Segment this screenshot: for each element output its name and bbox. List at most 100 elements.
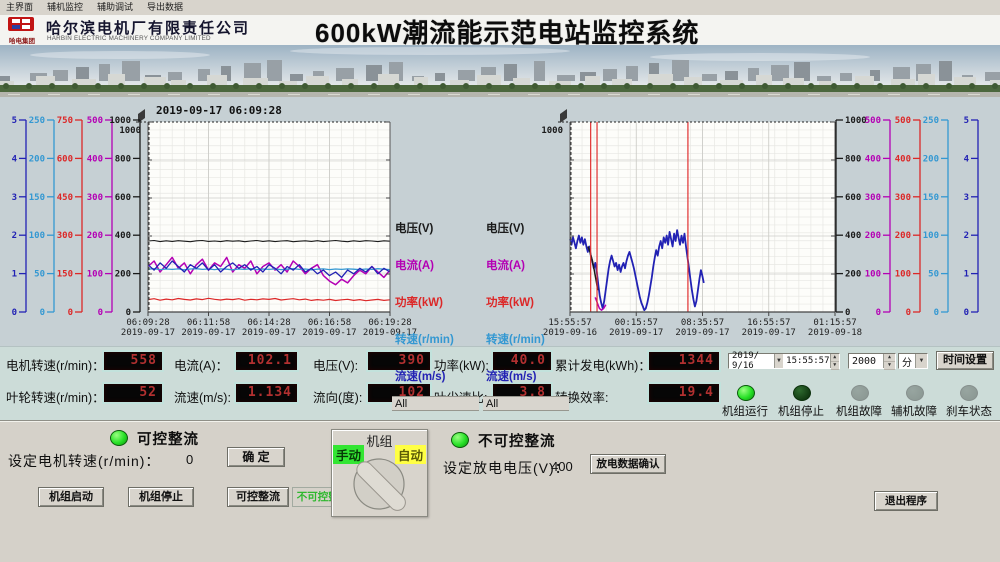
rotary-knob[interactable] <box>332 454 425 514</box>
svg-text:1000: 1000 <box>845 116 867 126</box>
legend-item[interactable]: 电流(A) <box>486 257 525 273</box>
svg-text:600: 600 <box>57 154 73 164</box>
status-light-label: 辅机故障 <box>883 403 945 419</box>
svg-text:2019-09-17: 2019-09-17 <box>742 328 796 338</box>
legend-all-button[interactable]: All <box>392 396 479 411</box>
readout-led-display: 102.1 <box>236 352 297 370</box>
svg-text:150: 150 <box>29 193 45 203</box>
svg-text:300: 300 <box>895 193 911 203</box>
history-datetime-picker[interactable]: 2019/ 9/16 ▼ 15:55:57 ▲▼ <box>728 353 840 369</box>
logo-text: 哈电集团 <box>4 35 40 45</box>
readout-label: 电机转速(r/min)： <box>6 355 105 374</box>
svg-text:0: 0 <box>12 308 17 318</box>
legend-item[interactable]: 转速(r/min) <box>486 331 545 347</box>
chevron-down-icon[interactable]: ▼ <box>774 354 783 368</box>
status-light-label: 机组停止 <box>770 403 832 419</box>
duration-spinner[interactable]: ▲▼ <box>883 354 895 368</box>
legend-item[interactable]: 电流(A) <box>395 257 434 273</box>
scr-rectifier-label: 可控整流 <box>137 428 199 449</box>
legend-all-button[interactable]: All <box>483 396 569 411</box>
cursor-handle-icon[interactable] <box>138 109 145 123</box>
legend-item[interactable]: 电压(V) <box>395 220 433 236</box>
legend-item[interactable]: 转速(r/min) <box>395 331 454 347</box>
svg-text:2: 2 <box>12 231 17 241</box>
svg-text:500: 500 <box>895 116 911 126</box>
set-speed-value: 0 <box>186 452 193 467</box>
scr-rectifier-indicator <box>110 430 128 446</box>
legend-item[interactable]: 流速(m/s) <box>486 368 536 384</box>
scada-screen: 主界面 辅机监控 辅助调试 导出数据 哈电集团 哈尔滨电机厂有限责任公司 HARBIN… <box>0 0 1000 562</box>
readout-label: 累计发电(kWh)： <box>555 355 651 374</box>
set-voltage-value: 400 <box>551 459 573 474</box>
svg-text:0: 0 <box>98 308 103 318</box>
svg-text:600: 600 <box>115 193 131 203</box>
svg-text:400: 400 <box>865 154 881 164</box>
svg-text:08:35:57: 08:35:57 <box>681 318 724 328</box>
status-light-2 <box>851 385 869 401</box>
svg-text:01:15:57: 01:15:57 <box>813 318 856 328</box>
svg-text:06:14:28: 06:14:28 <box>247 318 290 328</box>
legend-item[interactable]: 电压(V) <box>486 220 524 236</box>
unit-stop-button[interactable]: 机组停止 <box>128 487 194 507</box>
menu-item-3[interactable]: 导出数据 <box>147 2 183 12</box>
svg-text:2019-09-17: 2019-09-17 <box>302 328 356 338</box>
discharge-confirm-button[interactable]: 放电数据确认 <box>590 454 666 474</box>
legend-item[interactable]: 流速(m/s) <box>395 368 445 384</box>
svg-text:500: 500 <box>87 116 103 126</box>
set-speed-label: 设定电机转速(r/min)： <box>8 451 160 471</box>
legend-item[interactable]: 功率(kW) <box>486 294 534 310</box>
cursor-handle-icon[interactable] <box>560 109 567 123</box>
svg-text:1: 1 <box>964 270 969 280</box>
svg-text:750: 750 <box>57 116 73 126</box>
svg-text:1000: 1000 <box>109 116 131 126</box>
status-light-3 <box>906 385 924 401</box>
unit-start-button[interactable]: 机组启动 <box>38 487 104 507</box>
time-spinner[interactable]: ▲▼ <box>830 354 839 368</box>
chevron-down-icon[interactable]: ▼ <box>915 354 927 368</box>
confirm-speed-button[interactable]: 确 定 <box>227 447 285 467</box>
svg-text:1000: 1000 <box>541 126 563 136</box>
svg-text:400: 400 <box>895 154 911 164</box>
legend-item[interactable]: 功率(kW) <box>395 294 443 310</box>
duration-unit-select[interactable]: 分 ▼ <box>898 353 928 369</box>
svg-text:00:15:57: 00:15:57 <box>615 318 658 328</box>
chart-legend: 电压(V) 电流(A) 功率(kW) 转速(r/min) 流速(m/s) All <box>483 216 569 414</box>
status-light-1 <box>793 385 811 401</box>
svg-text:5: 5 <box>12 116 17 126</box>
menu-item-2[interactable]: 辅助调试 <box>97 2 133 12</box>
svg-text:50: 50 <box>34 270 45 280</box>
svg-text:200: 200 <box>865 231 881 241</box>
readout-led-display: 558 <box>104 352 162 370</box>
svg-text:200: 200 <box>895 231 911 241</box>
diode-rectifier-label: 不可控整流 <box>478 430 556 451</box>
svg-text:450: 450 <box>57 193 73 203</box>
svg-text:2019-09-17: 2019-09-17 <box>242 328 296 338</box>
time-value: 15:55:57 <box>783 356 829 366</box>
svg-text:2019-09-17: 2019-09-17 <box>609 328 663 338</box>
svg-text:06:16:58: 06:16:58 <box>308 318 351 328</box>
menu-item-1[interactable]: 辅机监控 <box>47 2 83 12</box>
readout-label: 电流(A)： <box>174 355 228 374</box>
svg-text:2019-09-18: 2019-09-18 <box>808 328 862 338</box>
duration-input[interactable]: 2000 ▲▼ <box>848 353 896 369</box>
menu-item-0[interactable]: 主界面 <box>6 2 33 12</box>
svg-text:0: 0 <box>40 308 45 318</box>
svg-text:400: 400 <box>115 231 131 241</box>
time-set-button[interactable]: 时间设置 <box>936 351 994 370</box>
svg-text:100: 100 <box>865 270 881 280</box>
svg-text:4: 4 <box>964 154 970 164</box>
svg-text:100: 100 <box>29 231 45 241</box>
scr-mode-button[interactable]: 可控整流 <box>227 487 289 507</box>
readout-led-display: 1344 <box>649 352 719 370</box>
svg-text:2019-09-17: 2019-09-17 <box>675 328 729 338</box>
svg-text:0: 0 <box>68 308 73 318</box>
svg-text:200: 200 <box>923 154 939 164</box>
status-light-4 <box>960 385 978 401</box>
header: 哈电集团 哈尔滨电机厂有限责任公司 HARBIN ELECTRIC MACHIN… <box>0 15 1000 45</box>
svg-text:100: 100 <box>923 231 939 241</box>
svg-text:300: 300 <box>865 193 881 203</box>
exit-program-button[interactable]: 退出程序 <box>874 491 938 511</box>
svg-text:5: 5 <box>964 116 969 126</box>
svg-text:600: 600 <box>845 193 861 203</box>
svg-text:400: 400 <box>845 231 861 241</box>
